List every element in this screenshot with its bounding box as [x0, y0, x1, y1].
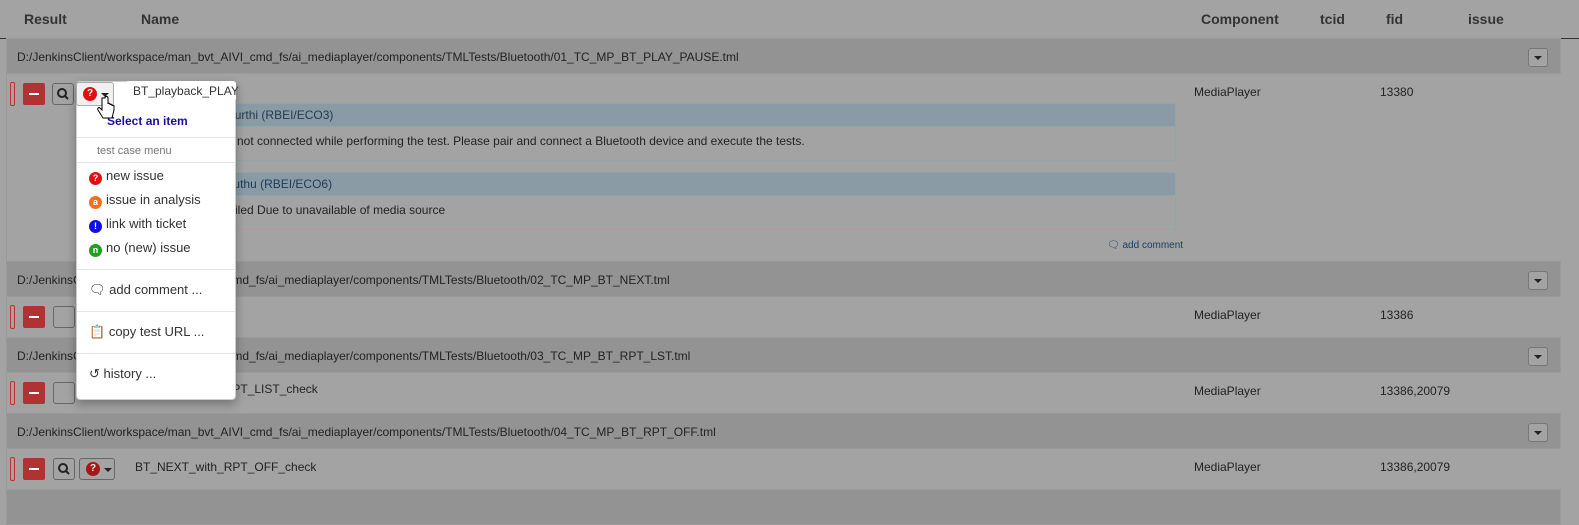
group-header[interactable]: D:/JenkinsClient/workspace/man_bvt_AIVI_…: [6, 413, 1561, 449]
search-icon: [57, 88, 69, 100]
col-fid: fid: [1386, 11, 1404, 27]
col-tcid: tcid: [1320, 11, 1345, 27]
test-name-highlight[interactable]: BT_playback_PLAY: [126, 81, 239, 101]
history-icon: ↺: [89, 366, 100, 381]
table-row: ? BT_NEXT_with_RPT_OFF_check MediaPlayer…: [6, 449, 1562, 489]
group-header[interactable]: D:/JenkinsCl I_cmd_fs/ai_mediaplayer/comp…: [6, 337, 1561, 373]
comment-box: Shanthini Sundaramurthi (RBEI/ECO3) is n…: [119, 103, 1176, 161]
copy-icon: 📋: [89, 324, 106, 339]
component-cell: MediaPlayer: [1194, 85, 1261, 99]
menu-item-no-new-issue[interactable]: n no (new) issue: [89, 240, 191, 257]
test-name[interactable]: BT_NEXT_with_RPT_OFF_check: [135, 460, 316, 474]
new-issue-icon: ?: [83, 87, 97, 101]
group-path: D:/JenkinsClient/workspace/man_bvt_AIVI_…: [17, 50, 739, 64]
status-bar: [10, 305, 15, 329]
status-bar: [10, 457, 15, 481]
collapse-button[interactable]: [23, 83, 45, 105]
status-bar: [10, 82, 15, 106]
menu-item-add-comment[interactable]: 🗨 add comment ...: [89, 282, 202, 298]
menu-item-issue-in-analysis[interactable]: a issue in analysis: [89, 192, 201, 209]
fid-cell: 13386,20079: [1380, 460, 1451, 474]
menu-item-copy-url[interactable]: 📋 copy test URL ...: [89, 324, 204, 340]
comment-text: is not connected while performing the te…: [225, 134, 805, 148]
menu-select-item: Select an item: [107, 114, 188, 128]
search-button[interactable]: [53, 458, 75, 480]
search-button[interactable]: [52, 83, 74, 105]
table-row: MediaPlayer 13380 Shanthini Sundaramurth…: [6, 74, 1562, 262]
test-name: BT_playback_PLAY: [133, 84, 239, 98]
fid-cell: 13386: [1380, 308, 1414, 322]
no-issue-icon: n: [89, 244, 102, 257]
menu-item-history[interactable]: ↺ history ...: [89, 366, 156, 382]
chevron-down-icon: [104, 468, 112, 472]
table-row: BT_NEXT_with_RPT_LIST_check MediaPlayer …: [6, 373, 1562, 413]
comment-icon: 🗨: [1107, 240, 1120, 251]
new-issue-icon: ?: [89, 172, 102, 185]
fid-cell: 13386,20079: [1380, 384, 1451, 398]
group-toggle-button[interactable]: [1528, 271, 1548, 290]
ticket-icon: !: [89, 220, 102, 233]
collapse-button[interactable]: [23, 458, 45, 480]
fid-cell: 13380: [1380, 85, 1414, 99]
group-toggle-button[interactable]: [1528, 48, 1548, 67]
group-toggle-button[interactable]: [1528, 423, 1548, 442]
collapse-button[interactable]: [23, 382, 45, 404]
group-header[interactable]: D:/JenkinsCl I_cmd_fs/ai_mediaplayer/comp…: [6, 261, 1561, 297]
col-component: Component: [1201, 11, 1279, 27]
component-cell: MediaPlayer: [1194, 460, 1261, 474]
status-bar: [10, 381, 15, 405]
collapse-button[interactable]: [23, 306, 45, 328]
comment-text: failed Due to unavailable of media sourc…: [225, 203, 446, 217]
analysis-icon: a: [89, 196, 102, 209]
test-case-menu: Select an item test case menu ? new issue…: [76, 81, 236, 400]
new-issue-icon: ?: [86, 462, 100, 476]
comment-icon: 🗨: [89, 282, 106, 297]
menu-item-new-issue[interactable]: ? new issue: [89, 168, 164, 185]
col-issue: issue: [1468, 11, 1504, 27]
menu-header: test case menu: [97, 145, 172, 157]
component-cell: MediaPlayer: [1194, 308, 1261, 322]
col-name: Name: [141, 11, 180, 27]
search-button[interactable]: [53, 306, 75, 328]
search-icon: [58, 463, 70, 475]
group-path: D:/JenkinsClient/workspace/man_bvt_AIVI_…: [17, 425, 716, 439]
search-button[interactable]: [53, 382, 75, 404]
menu-item-link-with-ticket[interactable]: ! link with ticket: [89, 216, 186, 233]
hand-cursor-icon: [97, 96, 115, 119]
add-comment-link[interactable]: 🗨 add comment: [1107, 240, 1183, 251]
table-row: MediaPlayer 13386: [6, 297, 1562, 337]
group-toggle-button[interactable]: [1528, 347, 1548, 366]
status-dropdown-button[interactable]: ?: [79, 458, 115, 480]
group-header[interactable]: D:/JenkinsClient/workspace/man_bvt_AIVI_…: [6, 38, 1561, 74]
component-cell: MediaPlayer: [1194, 384, 1261, 398]
group-header[interactable]: [6, 489, 1561, 525]
comment-box: Senguttuvel Nachimuthu (RBEI/ECO6) faile…: [119, 172, 1176, 230]
table-header: Result Name Component tcid fid issue: [0, 0, 1579, 39]
col-result: Result: [24, 11, 67, 27]
